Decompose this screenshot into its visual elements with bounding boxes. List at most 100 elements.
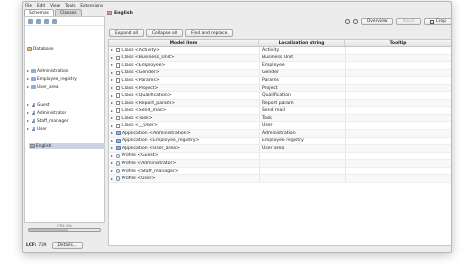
table-row[interactable]: Profile <Staff_manager> — [109, 167, 451, 176]
expand-arrow-icon[interactable] — [111, 94, 113, 97]
tree-item-database[interactable]: Database — [27, 46, 54, 52]
expand-arrow-icon[interactable] — [111, 139, 113, 142]
tree-item-administration[interactable]: Administration — [27, 68, 68, 74]
zoom-in-icon[interactable] — [344, 19, 350, 24]
tab-classes[interactable]: Classes — [54, 9, 82, 16]
tooltip-cell[interactable] — [345, 160, 451, 167]
expand-arrow-icon[interactable] — [27, 112, 29, 114]
expand-arrow-icon[interactable] — [111, 177, 113, 180]
localization-string-cell[interactable]: Project — [259, 84, 345, 92]
table-row[interactable]: Profile <User> — [109, 175, 451, 183]
table-row[interactable]: Class <__User> User — [109, 122, 451, 131]
tooltip-cell[interactable] — [345, 77, 451, 84]
table-row[interactable]: Class <Params> Params — [109, 77, 451, 85]
localization-string-cell[interactable]: Task — [259, 114, 345, 122]
localization-string-cell[interactable]: Send mail — [259, 107, 345, 114]
expand-arrow-icon[interactable] — [111, 124, 113, 127]
menu-item-tools[interactable]: Tools — [65, 3, 75, 8]
tree-item-user-area[interactable]: User_area — [27, 84, 59, 90]
table-row[interactable]: Profile <Guest> — [109, 152, 451, 161]
table-row[interactable]: Class <Qualification> Qualification — [109, 92, 451, 100]
table-row[interactable]: Class <Report_param> Report param — [109, 99, 451, 108]
expand-arrow-icon[interactable] — [27, 78, 29, 80]
table-row[interactable]: Profile <Administrator> — [109, 160, 451, 168]
localization-string-cell[interactable]: Activity — [259, 47, 345, 54]
table-row[interactable]: Class <Send_mail> Send mail — [109, 107, 451, 115]
details-button[interactable]: Details... — [51, 242, 83, 249]
save-icon[interactable] — [44, 18, 49, 24]
tree-item-administrator[interactable]: Administrator — [27, 110, 66, 116]
localization-string-cell[interactable]: Report param — [259, 99, 345, 107]
expand-arrow-icon[interactable] — [111, 56, 113, 59]
localization-string-cell[interactable]: Business Unit — [259, 54, 345, 62]
menu-item-extensions[interactable]: Extensions — [80, 3, 103, 8]
table-row[interactable]: Application <Administration> Administrati… — [109, 130, 451, 138]
tooltip-cell[interactable] — [345, 62, 451, 69]
tooltip-cell[interactable] — [345, 84, 451, 92]
zoom-out-icon[interactable] — [352, 19, 358, 24]
column-model-item[interactable]: Model item — [109, 40, 259, 46]
tooltip-cell[interactable] — [345, 92, 451, 99]
expand-all-button[interactable]: Expand all — [109, 29, 144, 37]
tree-item-employee-registry[interactable]: Employee_registry — [27, 76, 77, 82]
column-tooltip[interactable]: Tooltip — [345, 40, 451, 46]
localization-string-cell[interactable]: Params — [259, 77, 345, 84]
find-replace-button[interactable]: Find and replace — [185, 29, 234, 37]
crop-button[interactable]: Crop — [423, 18, 451, 25]
expand-arrow-icon[interactable] — [27, 128, 29, 130]
table-row[interactable]: Class <Business_Unit> Business Unit — [109, 54, 451, 63]
expand-arrow-icon[interactable] — [111, 49, 113, 52]
localization-string-cell[interactable] — [259, 160, 345, 167]
tooltip-cell[interactable] — [345, 152, 451, 160]
refresh-icon[interactable] — [52, 18, 57, 24]
column-localization-string[interactable]: Localization string — [259, 40, 345, 46]
localization-string-cell[interactable] — [259, 167, 345, 175]
expand-arrow-icon[interactable] — [111, 154, 113, 157]
expand-arrow-icon[interactable] — [111, 71, 113, 74]
expand-arrow-icon[interactable] — [27, 120, 29, 122]
tooltip-cell[interactable] — [345, 175, 451, 182]
table-row[interactable]: Application <User_area> User area — [109, 145, 451, 153]
table-row[interactable]: Class <Activity> Activity — [109, 47, 451, 55]
expand-arrow-icon[interactable] — [111, 132, 113, 135]
tree-item-user[interactable]: User — [27, 126, 47, 132]
expand-arrow-icon[interactable] — [27, 104, 29, 106]
menu-item-edit[interactable]: Edit — [37, 3, 45, 8]
expand-arrow-icon[interactable] — [111, 170, 113, 173]
collapse-all-button[interactable]: Collapse all — [145, 29, 184, 37]
tooltip-cell[interactable] — [345, 114, 451, 122]
expand-arrow-icon[interactable] — [111, 147, 113, 150]
localization-string-cell[interactable]: Employee — [259, 62, 345, 69]
table-row[interactable]: Class <Task> Task — [109, 114, 451, 123]
localization-string-cell[interactable]: User area — [259, 145, 345, 152]
open-icon[interactable] — [36, 18, 41, 24]
menu-item-view[interactable]: View — [50, 3, 60, 8]
localization-string-cell[interactable] — [259, 152, 345, 160]
expand-arrow-icon[interactable] — [111, 102, 113, 105]
overview-button[interactable]: Overview — [360, 18, 394, 25]
expand-arrow-icon[interactable] — [111, 109, 113, 112]
tooltip-cell[interactable] — [345, 54, 451, 62]
tooltip-cell[interactable] — [345, 122, 451, 130]
localization-string-cell[interactable]: Employee registry — [259, 137, 345, 145]
tooltip-cell[interactable] — [345, 69, 451, 77]
expand-arrow-icon[interactable] — [111, 87, 113, 89]
table-row[interactable]: Class <Project> Project — [109, 84, 451, 93]
tooltip-cell[interactable] — [345, 107, 451, 114]
expand-arrow-icon[interactable] — [111, 64, 113, 67]
localization-string-cell[interactable]: Gender — [259, 69, 345, 77]
tooltip-cell[interactable] — [345, 99, 451, 107]
reset-button[interactable]: Reset — [396, 18, 421, 25]
tree-item-guest[interactable]: Guest — [27, 102, 50, 108]
table-row[interactable]: Class <Employee> Employee — [109, 62, 451, 70]
tree-item-english[interactable]: English — [29, 143, 105, 149]
tooltip-cell[interactable] — [345, 167, 451, 175]
expand-arrow-icon[interactable] — [111, 117, 113, 120]
localization-string-cell[interactable] — [259, 175, 345, 182]
expand-arrow-icon[interactable] — [111, 162, 113, 165]
localization-string-cell[interactable]: User — [259, 122, 345, 130]
tab-schemas[interactable]: Schemas — [24, 9, 54, 16]
expand-arrow-icon[interactable] — [27, 70, 29, 72]
expand-arrow-icon[interactable] — [27, 86, 29, 88]
tooltip-cell[interactable] — [345, 47, 451, 54]
